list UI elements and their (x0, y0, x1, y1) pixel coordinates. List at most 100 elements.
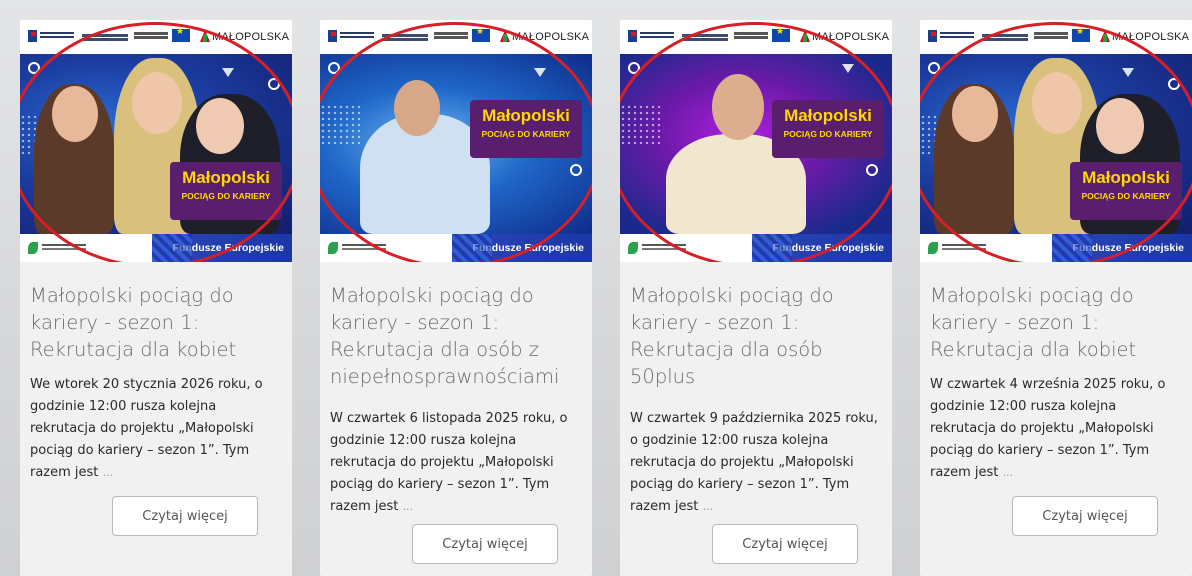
campaign-brand-box: Małopolski POCIĄG DO KARIERY (772, 100, 884, 158)
eu-flag-icon (472, 27, 490, 42)
card-description: We wtorek 20 stycznia 2026 roku, o godzi… (30, 377, 263, 480)
news-card-3[interactable]: MAŁOPOLSKA Małopolski POCIĄG DO KARIERY … (620, 20, 892, 576)
partner-logos-strip: Fundusze Europejskie (920, 234, 1192, 262)
funding-logos-strip: MAŁOPOLSKA (320, 20, 592, 54)
malopolska-logo-text: MAŁOPOLSKA (512, 31, 590, 43)
card-title[interactable]: Małopolski pociąg do kariery - sezon 1: … (30, 282, 286, 363)
card-description: W czwartek 9 października 2025 roku, o g… (630, 411, 878, 514)
card-title[interactable]: Małopolski pociąg do kariery - sezon 1: … (630, 282, 886, 390)
triangle-decor-icon (534, 68, 546, 77)
circle-decor-icon (1168, 78, 1180, 90)
woman-blonde-face (132, 72, 182, 134)
triangle-decor-icon (842, 64, 854, 73)
malopolska-logo-icon (200, 30, 210, 42)
eu-flag-icon (172, 27, 190, 42)
fundusze-europejskie-logo (28, 30, 76, 42)
ellipsis: ... (102, 466, 114, 479)
campaign-photo: Małopolski POCIĄG DO KARIERY (320, 54, 592, 234)
news-card-2[interactable]: MAŁOPOLSKA Małopolski POCIĄG DO KARIERY … (320, 20, 592, 576)
triangle-decor-icon (222, 68, 234, 77)
circle-decor-icon (328, 62, 340, 74)
card-description: W czwartek 4 września 2025 roku, o godzi… (930, 377, 1166, 480)
malopolska-logo-icon (800, 30, 810, 42)
fundusze-europejskie-logo (328, 30, 376, 42)
woman-senior-face (196, 98, 244, 154)
campaign-title: Małopolski (182, 168, 270, 187)
malopolska-logo-icon (500, 30, 510, 42)
malopolska-logo-text: MAŁOPOLSKA (1112, 31, 1190, 43)
funding-program-logo (682, 34, 728, 37)
malopolska-logo-text: MAŁOPOLSKA (212, 31, 290, 43)
read-more-button[interactable]: Czytaj więcej (1012, 496, 1158, 536)
campaign-photo: Małopolski POCIĄG DO KARIERY (620, 54, 892, 234)
card-banner-image[interactable]: MAŁOPOLSKA Małopolski POCIĄG DO KARIERY … (920, 20, 1192, 262)
fundusze-europejskie-label: Fundusze Europejskie (152, 234, 292, 262)
woman-blonde-face (1032, 72, 1082, 134)
funding-program-logo (82, 34, 128, 37)
circle-decor-icon (928, 62, 940, 74)
card-title[interactable]: Małopolski pociąg do kariery - sezon 1: … (930, 282, 1186, 363)
campaign-subtitle: POCIĄG DO KARIERY (481, 129, 571, 139)
campaign-title: Małopolski (1082, 168, 1170, 187)
news-card-4[interactable]: MAŁOPOLSKA Małopolski POCIĄG DO KARIERY … (920, 20, 1192, 576)
campaign-subtitle: POCIĄG DO KARIERY (181, 191, 271, 201)
card-description: W czwartek 6 listopada 2025 roku, o godz… (330, 411, 568, 514)
campaign-brand-box: Małopolski POCIĄG DO KARIERY (170, 162, 282, 220)
partner-logos-strip: Fundusze Europejskie (620, 234, 892, 262)
man-senior-face (712, 74, 764, 140)
funding-program-logo (382, 34, 428, 37)
woman-senior-face (1096, 98, 1144, 154)
wup-krakow-logo (928, 242, 988, 254)
circle-decor-icon (570, 164, 582, 176)
wup-krakow-logo (628, 242, 688, 254)
campaign-title: Małopolski (784, 106, 872, 125)
campaign-subtitle: POCIĄG DO KARIERY (783, 129, 873, 139)
man-seated-face (394, 80, 440, 136)
republic-logo (134, 32, 168, 35)
republic-logo (1034, 32, 1068, 35)
fundusze-europejskie-label: Fundusze Europejskie (452, 234, 592, 262)
circle-decor-icon (866, 164, 878, 176)
ellipsis: ... (1002, 466, 1014, 479)
campaign-title: Małopolski (482, 106, 570, 125)
circle-decor-icon (628, 62, 640, 74)
funding-logos-strip: MAŁOPOLSKA (920, 20, 1192, 54)
eu-flag-icon (1072, 27, 1090, 42)
card-banner-image[interactable]: MAŁOPOLSKA Małopolski POCIĄG DO KARIERY … (320, 20, 592, 262)
card-banner-image[interactable]: MAŁOPOLSKA Małopolski POCIĄG DO KARIERY … (20, 20, 292, 262)
woman-young-face (952, 86, 998, 142)
news-card-1[interactable]: MAŁOPOLSKA Małopolski POCIĄG DO KARIERY … (20, 20, 292, 576)
campaign-brand-box: Małopolski POCIĄG DO KARIERY (470, 100, 582, 158)
campaign-subtitle: POCIĄG DO KARIERY (1081, 191, 1171, 201)
card-title[interactable]: Małopolski pociąg do kariery - sezon 1: … (330, 282, 586, 390)
eu-flag-icon (772, 27, 790, 42)
read-more-button[interactable]: Czytaj więcej (712, 524, 858, 564)
republic-logo (434, 32, 468, 35)
woman-young-face (52, 86, 98, 142)
malopolska-logo-text: MAŁOPOLSKA (812, 31, 890, 43)
funding-logos-strip: MAŁOPOLSKA (620, 20, 892, 54)
ellipsis: ... (402, 500, 414, 513)
campaign-brand-box: Małopolski POCIĄG DO KARIERY (1070, 162, 1182, 220)
read-more-button[interactable]: Czytaj więcej (112, 496, 258, 536)
wup-krakow-logo (328, 242, 388, 254)
partner-logos-strip: Fundusze Europejskie (320, 234, 592, 262)
circle-decor-icon (28, 62, 40, 74)
malopolska-logo-icon (1100, 30, 1110, 42)
dots-decor-icon (620, 104, 660, 144)
wup-krakow-logo (28, 242, 88, 254)
fundusze-europejskie-logo (928, 30, 976, 42)
partner-logos-strip: Fundusze Europejskie (20, 234, 292, 262)
republic-logo (734, 32, 768, 35)
triangle-decor-icon (1122, 68, 1134, 77)
campaign-photo: Małopolski POCIĄG DO KARIERY (920, 54, 1192, 234)
fundusze-europejskie-logo (628, 30, 676, 42)
dots-decor-icon (320, 104, 360, 144)
circle-decor-icon (268, 78, 280, 90)
fundusze-europejskie-label: Fundusze Europejskie (1052, 234, 1192, 262)
card-banner-image[interactable]: MAŁOPOLSKA Małopolski POCIĄG DO KARIERY … (620, 20, 892, 262)
funding-logos-strip: MAŁOPOLSKA (20, 20, 292, 54)
ellipsis: ... (702, 500, 714, 513)
read-more-button[interactable]: Czytaj więcej (412, 524, 558, 564)
campaign-photo: Małopolski POCIĄG DO KARIERY (20, 54, 292, 234)
